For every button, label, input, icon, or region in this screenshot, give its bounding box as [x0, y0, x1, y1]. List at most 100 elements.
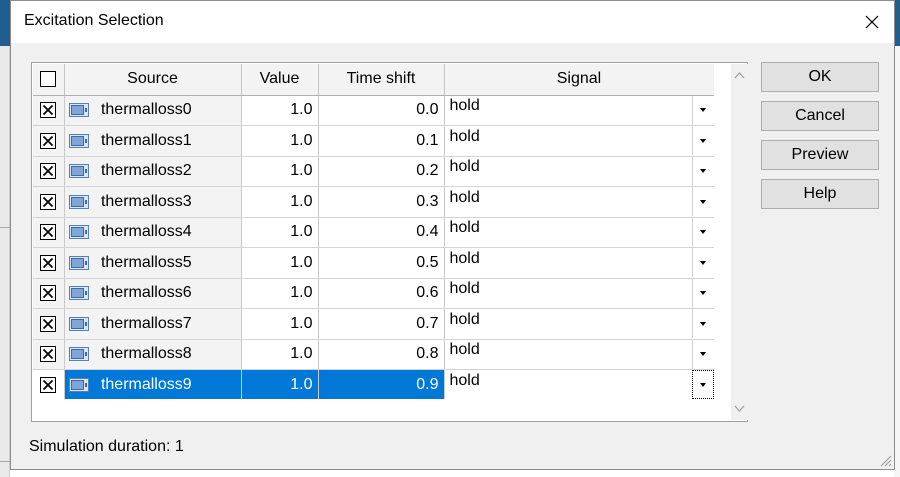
table-row[interactable]: thermalloss4 1.0 0.4 hold — [33, 217, 714, 248]
row-checkbox[interactable] — [40, 254, 57, 271]
time-shift-cell[interactable]: 0.1 — [318, 125, 445, 157]
time-shift-cell[interactable]: 0.7 — [318, 308, 445, 340]
table-row[interactable]: thermalloss7 1.0 0.7 hold — [33, 308, 714, 340]
signal-value: hold — [449, 249, 480, 267]
signal-dropdown[interactable]: hold — [444, 369, 714, 399]
scroll-up-icon[interactable] — [734, 70, 745, 81]
preview-button[interactable]: Preview — [761, 140, 879, 170]
signal-dropdown-button[interactable] — [691, 339, 713, 369]
column-header-time-shift[interactable]: Time shift — [318, 64, 445, 96]
signal-dropdown-button[interactable] — [691, 278, 713, 308]
signal-value: hold — [449, 219, 480, 237]
table-row[interactable]: thermalloss9 1.0 0.9 hold — [33, 369, 714, 399]
source-cell[interactable]: thermalloss5 — [64, 247, 242, 279]
table-row[interactable]: thermalloss3 1.0 0.3 hold — [33, 186, 714, 218]
help-button[interactable]: Help — [761, 179, 879, 209]
row-checkbox[interactable] — [40, 285, 57, 302]
signal-dropdown-button[interactable] — [691, 126, 713, 155]
source-cell[interactable]: thermalloss2 — [64, 156, 242, 187]
row-checkbox-cell[interactable] — [33, 186, 65, 218]
value-cell[interactable]: 1.0 — [241, 247, 319, 279]
time-shift-cell[interactable]: 0.2 — [318, 156, 445, 187]
row-checkbox[interactable] — [40, 163, 57, 180]
time-shift-cell[interactable]: 0.5 — [318, 247, 445, 279]
signal-dropdown[interactable]: hold — [444, 217, 714, 248]
select-all-checkbox[interactable] — [40, 71, 57, 88]
signal-dropdown-button[interactable] — [691, 370, 713, 399]
source-cell[interactable]: thermalloss7 — [64, 308, 242, 340]
ok-button[interactable]: OK — [761, 62, 879, 92]
row-checkbox-cell[interactable] — [33, 95, 65, 126]
value-cell[interactable]: 1.0 — [241, 125, 319, 157]
select-all-header[interactable] — [33, 64, 65, 96]
source-cell[interactable]: thermalloss8 — [64, 339, 242, 370]
excitation-selection-dialog: Excitation Selection Source Value Time s… — [10, 0, 895, 470]
signal-dropdown-button[interactable] — [691, 95, 713, 125]
signal-dropdown[interactable]: hold — [444, 156, 714, 187]
value-cell[interactable]: 1.0 — [241, 186, 319, 218]
row-checkbox-cell[interactable] — [33, 125, 65, 157]
column-header-signal[interactable]: Signal — [444, 64, 714, 96]
row-checkbox-cell[interactable] — [33, 156, 65, 187]
time-shift-cell[interactable]: 0.6 — [318, 278, 445, 309]
source-cell[interactable]: thermalloss9 — [64, 369, 242, 399]
row-checkbox[interactable] — [40, 132, 57, 149]
x-mark-icon — [43, 287, 54, 299]
row-checkbox[interactable] — [40, 193, 57, 210]
signal-dropdown-button[interactable] — [691, 309, 713, 338]
value-cell[interactable]: 1.0 — [241, 156, 319, 187]
table-row[interactable]: thermalloss8 1.0 0.8 hold — [33, 339, 714, 370]
signal-dropdown[interactable]: hold — [444, 95, 714, 126]
scroll-down-icon[interactable] — [734, 403, 745, 414]
signal-dropdown[interactable]: hold — [444, 247, 714, 279]
time-shift-cell[interactable]: 0.8 — [318, 339, 445, 370]
value-cell[interactable]: 1.0 — [241, 217, 319, 248]
time-shift-cell[interactable]: 0.0 — [318, 95, 445, 126]
vertical-scrollbar[interactable] — [731, 64, 748, 420]
row-checkbox-cell[interactable] — [33, 217, 65, 248]
row-checkbox[interactable] — [40, 102, 57, 119]
value-cell[interactable]: 1.0 — [241, 278, 319, 309]
value-cell[interactable]: 1.0 — [241, 369, 319, 399]
source-cell[interactable]: thermalloss1 — [64, 125, 242, 157]
value-cell[interactable]: 1.0 — [241, 308, 319, 340]
table-row[interactable]: thermalloss6 1.0 0.6 hold — [33, 278, 714, 309]
table-row[interactable]: thermalloss0 1.0 0.0 hold — [33, 95, 714, 126]
row-checkbox-cell[interactable] — [33, 369, 65, 399]
time-shift-cell[interactable]: 0.3 — [318, 186, 445, 218]
row-checkbox-cell[interactable] — [33, 247, 65, 279]
column-header-value[interactable]: Value — [241, 64, 319, 96]
resize-grip-icon[interactable] — [878, 453, 892, 467]
source-cell[interactable]: thermalloss3 — [64, 186, 242, 218]
row-checkbox[interactable] — [40, 376, 57, 393]
source-cell[interactable]: thermalloss0 — [64, 95, 242, 126]
table-row[interactable]: thermalloss1 1.0 0.1 hold — [33, 125, 714, 157]
table-row[interactable]: thermalloss5 1.0 0.5 hold — [33, 247, 714, 279]
column-header-source[interactable]: Source — [64, 64, 242, 96]
source-cell[interactable]: thermalloss6 — [64, 278, 242, 309]
source-cell[interactable]: thermalloss4 — [64, 217, 242, 248]
signal-dropdown[interactable]: hold — [444, 278, 714, 309]
signal-dropdown[interactable]: hold — [444, 308, 714, 340]
signal-dropdown-button[interactable] — [691, 187, 713, 216]
row-checkbox-cell[interactable] — [33, 339, 65, 370]
row-checkbox-cell[interactable] — [33, 308, 65, 340]
row-checkbox[interactable] — [40, 346, 57, 363]
signal-dropdown-button[interactable] — [691, 248, 713, 277]
signal-dropdown-button[interactable] — [691, 217, 713, 247]
time-shift-cell[interactable]: 0.4 — [318, 217, 445, 248]
cancel-button[interactable]: Cancel — [761, 101, 879, 131]
signal-dropdown[interactable]: hold — [444, 186, 714, 218]
value-cell[interactable]: 1.0 — [241, 95, 319, 126]
x-mark-icon — [43, 196, 54, 207]
signal-dropdown-button[interactable] — [691, 156, 713, 186]
signal-dropdown[interactable]: hold — [444, 339, 714, 370]
row-checkbox-cell[interactable] — [33, 278, 65, 309]
close-button[interactable] — [858, 8, 886, 36]
table-row[interactable]: thermalloss2 1.0 0.2 hold — [33, 156, 714, 187]
value-cell[interactable]: 1.0 — [241, 339, 319, 370]
row-checkbox[interactable] — [40, 224, 57, 241]
time-shift-cell[interactable]: 0.9 — [318, 369, 445, 399]
signal-dropdown[interactable]: hold — [444, 125, 714, 157]
row-checkbox[interactable] — [40, 315, 57, 332]
